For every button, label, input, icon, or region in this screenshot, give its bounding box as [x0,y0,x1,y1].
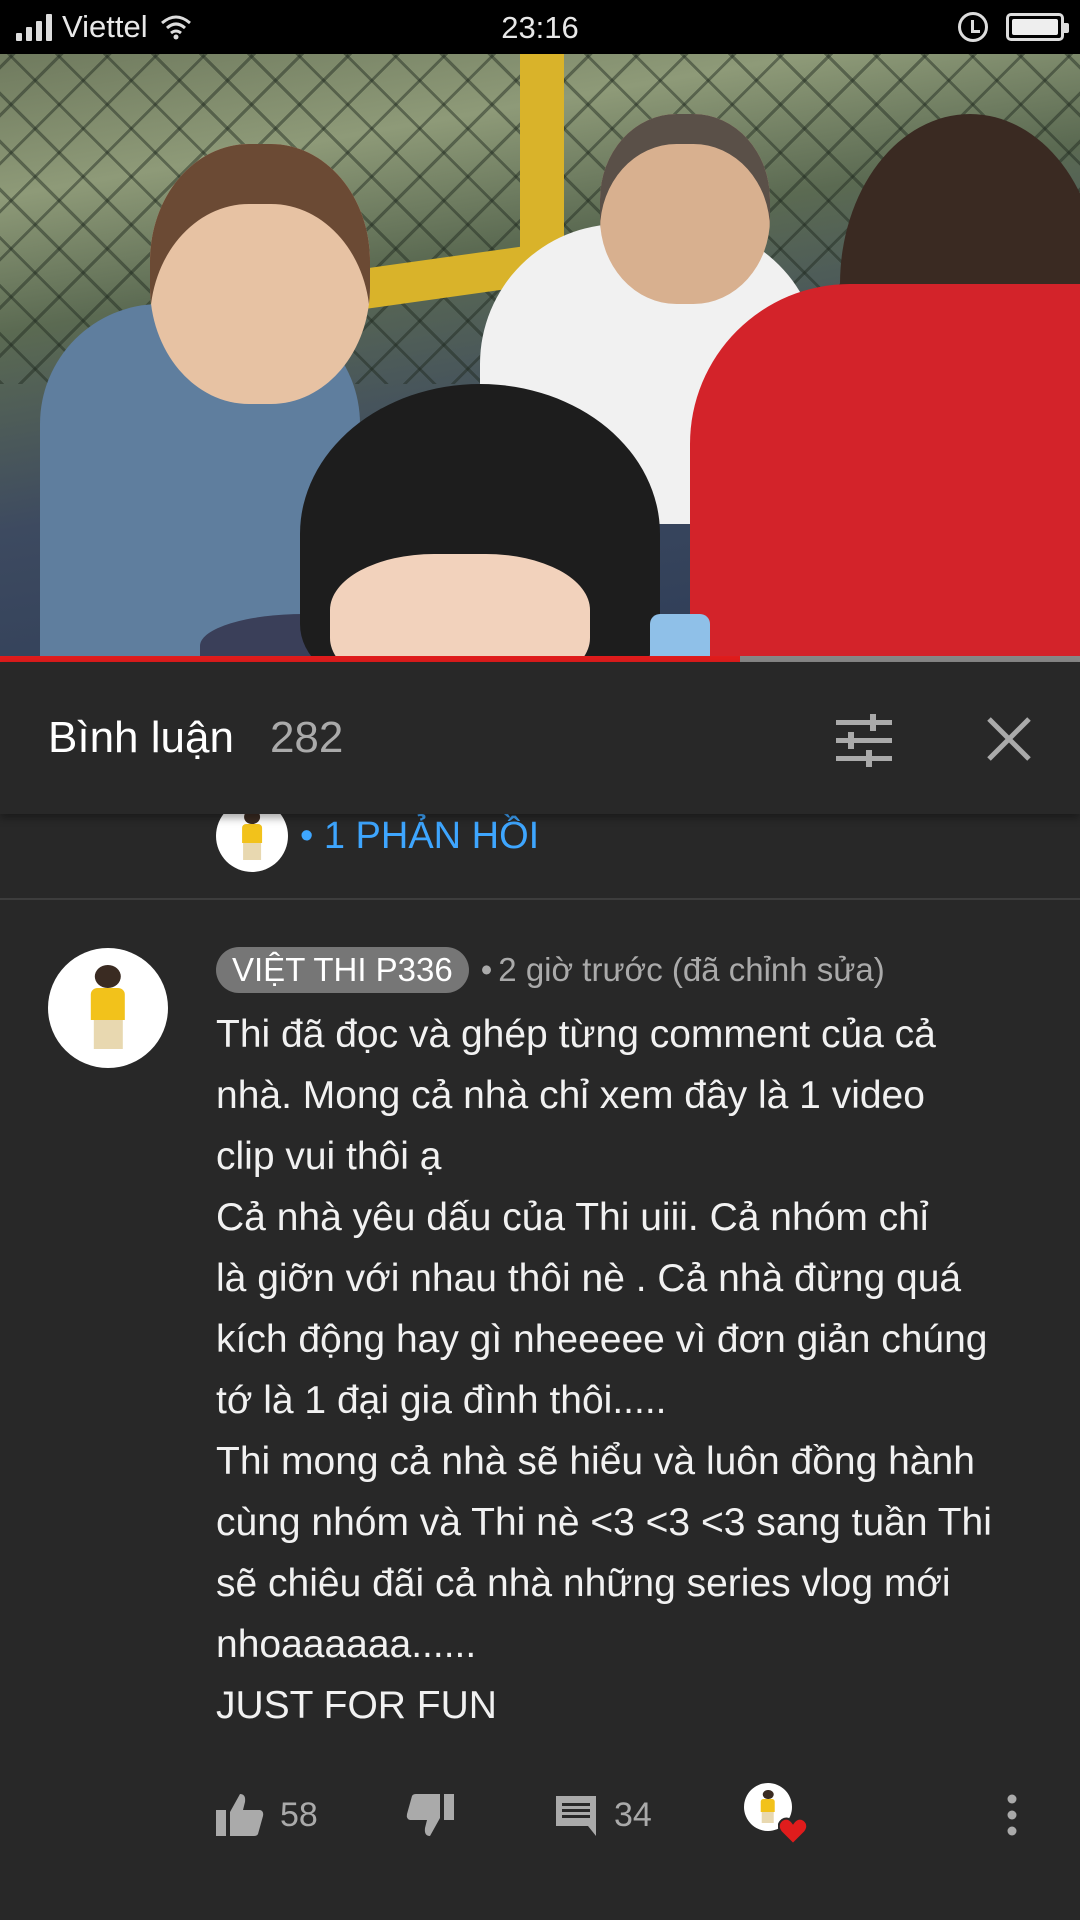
comment-author[interactable]: VIỆT THI P336 [216,947,469,993]
more-vert-icon [1007,1794,1017,1836]
creator-heart [744,1780,808,1850]
video-player[interactable] [0,54,1080,662]
reply-count: 34 [614,1795,652,1834]
sort-filter-icon[interactable] [836,714,892,768]
like-button[interactable]: 58 [216,1780,318,1850]
comments-title: Bình luận [48,713,234,762]
comment-meta: VIỆT THI P336 • 2 giờ trước (đã chỉnh sử… [216,946,1036,994]
like-count: 58 [280,1795,318,1834]
meta-separator: • [480,951,493,988]
comments-header: Bình luận 282 [0,662,1080,814]
comment-body: VIỆT THI P336 • 2 giờ trước (đã chỉnh sử… [216,946,1036,1736]
comment-divider [0,898,1080,900]
comment-actions: 58 34 [216,1780,1046,1850]
thumbs-up-icon [216,1794,264,1836]
view-replies-link[interactable]: • 1 PHẢN HỒI [300,815,539,858]
comment-time: 2 giờ trước (đã chỉnh sửa) [498,951,885,988]
alarm-icon [958,12,988,42]
thumbs-down-icon [406,1794,454,1836]
more-options-button[interactable] [1006,1780,1018,1850]
carrier-name: Viettel [62,9,148,44]
signal-icon [16,13,52,41]
wifi-icon [160,15,191,40]
close-icon[interactable] [984,714,1034,764]
status-bar: Viettel 23:16 [0,0,1080,54]
comments-count: 282 [269,713,344,762]
comment-icon [556,1796,596,1836]
reply-button[interactable]: 34 [554,1780,652,1850]
battery-icon [1006,13,1069,41]
comment-text: Thi đã đọc và ghép từng comment của cả n… [216,1013,992,1727]
heart-icon [778,1817,808,1845]
dislike-button[interactable] [406,1780,454,1850]
avatar[interactable] [48,948,168,1068]
